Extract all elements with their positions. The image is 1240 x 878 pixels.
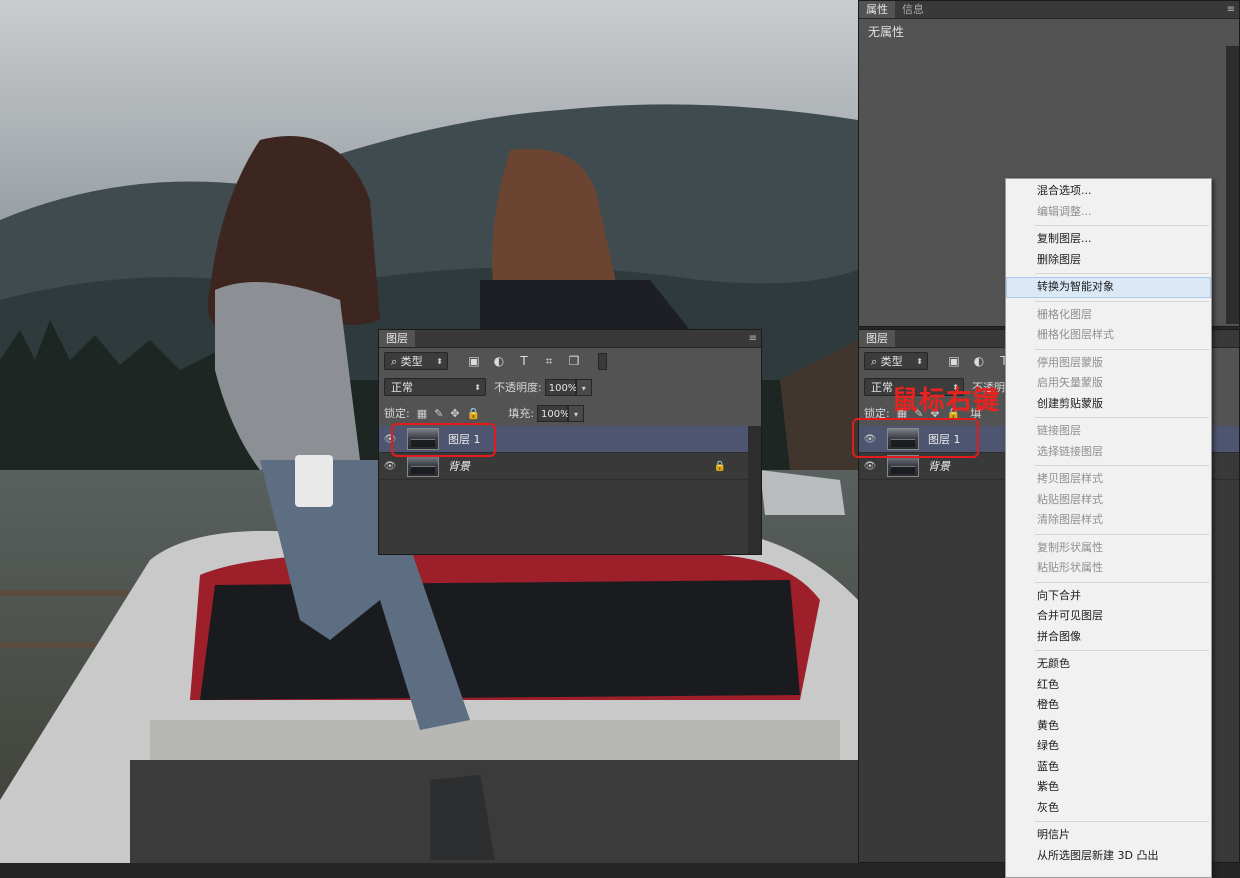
menu-item[interactable]: 绿色 (1006, 736, 1211, 757)
layer-context-menu: 混合选项... 编辑调整... 复制图层... 删除图层转换为智能对象栅格化图层栅格化… (1005, 178, 1212, 878)
menu-item[interactable]: 明信片 (1006, 825, 1211, 846)
menu-separator (1035, 417, 1209, 418)
menu-item[interactable]: 黄色 (1006, 716, 1211, 737)
eye-icon[interactable]: 👁 (859, 461, 881, 472)
menu-item: 拷贝图层样式 (1037, 472, 1103, 485)
fill-input[interactable]: 100% (536, 404, 570, 422)
menu-separator (1035, 348, 1209, 350)
menu-item[interactable]: 灰色 (1006, 798, 1211, 819)
pixel-filter-icon[interactable]: ▣ (466, 353, 482, 369)
menu-item[interactable]: 转换为智能对象 (1006, 277, 1211, 298)
menu-item: 编辑调整... (1037, 204, 1092, 218)
menu-item: 链接图层 (1037, 424, 1081, 437)
menu-separator (1035, 533, 1209, 535)
panel-menu-icon[interactable]: ≡ (1227, 1, 1235, 18)
menu-item[interactable]: 复制图层... (1006, 229, 1211, 250)
layer-name: 背景 (928, 460, 950, 473)
blend-mode-value: 正常 (871, 381, 893, 394)
annotation-text: 鼠标右键 (892, 386, 1001, 416)
menu-separator (1035, 650, 1209, 651)
lock-label: 锁定: (384, 407, 410, 420)
updown-arrow-icon: ⬍ (916, 357, 923, 366)
menu-item[interactable]: 红色 (1006, 675, 1211, 696)
layer-name: 背景 (448, 460, 470, 473)
properties-tabbar: 属性 信息 ≡ (859, 1, 1239, 19)
menu-item: 清除图层样式 (1037, 513, 1103, 526)
layer-lock-icon: 🔒 (713, 460, 726, 472)
lock-paint-icon[interactable]: ✎ (434, 407, 443, 420)
lock-all-icon[interactable]: 🔒 (467, 407, 481, 420)
menu-separator (1035, 821, 1209, 822)
menu-separator (1035, 581, 1209, 583)
layer-thumbnail (407, 455, 439, 477)
menu-item: 启用矢量蒙版 (1037, 376, 1103, 389)
tab-info[interactable]: 信息 (895, 1, 931, 18)
blend-mode-value: 正常 (391, 381, 413, 394)
updown-arrow-icon: ⬍ (436, 357, 443, 366)
fill-label: 填充: (508, 407, 534, 420)
menu-item[interactable]: 向下合并 (1006, 586, 1211, 607)
updown-arrow-icon: ⬍ (474, 383, 481, 392)
opacity-dropdown-icon[interactable]: ▾ (575, 378, 592, 396)
adjustment-filter-icon[interactable]: ◐ (491, 353, 507, 369)
annotation-box-layer-right (852, 418, 979, 458)
layer-thumbnail (887, 455, 919, 477)
properties-content: 无属性 (868, 25, 905, 39)
menu-item[interactable]: 合并可见图层 (1006, 606, 1211, 627)
menu-item[interactable]: 创建剪贴蒙版 (1006, 394, 1211, 415)
smart-object-filter-icon[interactable]: ❐ (566, 353, 582, 369)
menu-item: 栅格化图层 (1037, 307, 1092, 321)
lock-move-icon[interactable]: ✥ (450, 407, 459, 420)
search-icon: ⌕ (871, 355, 881, 368)
opacity-input[interactable]: 100% (544, 378, 577, 396)
menu-item[interactable]: 混合选项... (1006, 181, 1211, 202)
menu-separator (1035, 465, 1209, 466)
shape-filter-icon[interactable]: ⌗ (541, 353, 557, 369)
search-icon: ⌕ (391, 355, 401, 368)
menu-item: 停用图层蒙版 (1037, 355, 1103, 369)
properties-scrollbar[interactable] (1226, 46, 1239, 324)
layers-scrollbar[interactable] (748, 426, 761, 554)
menu-item: 选择链接图层 (1037, 444, 1103, 458)
tab-layers[interactable]: 图层 (379, 330, 415, 347)
menu-item: 粘贴图层样式 (1037, 492, 1103, 506)
filter-kind-select[interactable]: ⌕ 类型 ⬍ (384, 352, 448, 370)
menu-item[interactable]: 紫色 (1006, 777, 1211, 798)
blend-mode-select[interactable]: 正常 ⬍ (384, 378, 486, 396)
filter-toggle-switch[interactable] (598, 352, 607, 370)
menu-separator (1035, 300, 1209, 302)
eye-icon[interactable]: 👁 (379, 461, 401, 472)
filter-kind-label: 类型 (880, 355, 903, 368)
layer-row[interactable]: 👁 背景 🔒 (379, 453, 748, 480)
menu-item: 粘贴形状属性 (1037, 561, 1103, 574)
menu-separator (1035, 225, 1209, 226)
pixel-filter-icon[interactable]: ▣ (946, 353, 962, 369)
blend-row: 正常 ⬍ 不透明度: 100% ▾ (379, 374, 761, 400)
type-filter-icon[interactable]: T (516, 353, 532, 369)
menu-item: 复制形状属性 (1037, 540, 1103, 554)
menu-item[interactable]: 橙色 (1006, 695, 1211, 716)
menu-item[interactable]: 无颜色 (1006, 654, 1211, 675)
layer-filter-row: ⌕ 类型 ⬍ ▣ ◐ T ⌗ ❐ (379, 348, 761, 374)
tab-layers-right[interactable]: 图层 (859, 330, 895, 347)
filter-kind-label: 类型 (400, 355, 423, 368)
panel-menu-icon[interactable]: ≡ (749, 330, 757, 347)
menu-item[interactable]: 蓝色 (1006, 757, 1211, 778)
tab-properties[interactable]: 属性 (859, 1, 895, 18)
adjustment-filter-icon[interactable]: ◐ (971, 353, 987, 369)
menu-item[interactable]: 删除图层 (1006, 250, 1211, 271)
opacity-label: 不透明度: (494, 381, 542, 394)
menu-item[interactable]: 拼合图像 (1006, 627, 1211, 648)
layers-tabbar: 图层 ≡ (379, 330, 761, 348)
lock-transparent-icon[interactable]: ▦ (417, 407, 427, 420)
filter-kind-select-right[interactable]: ⌕ 类型 ⬍ (864, 352, 928, 370)
annotation-box-layer-floating (391, 423, 496, 457)
menu-separator (1035, 273, 1209, 274)
menu-item: 栅格化图层样式 (1037, 328, 1114, 341)
fill-dropdown-icon[interactable]: ▾ (567, 404, 584, 422)
